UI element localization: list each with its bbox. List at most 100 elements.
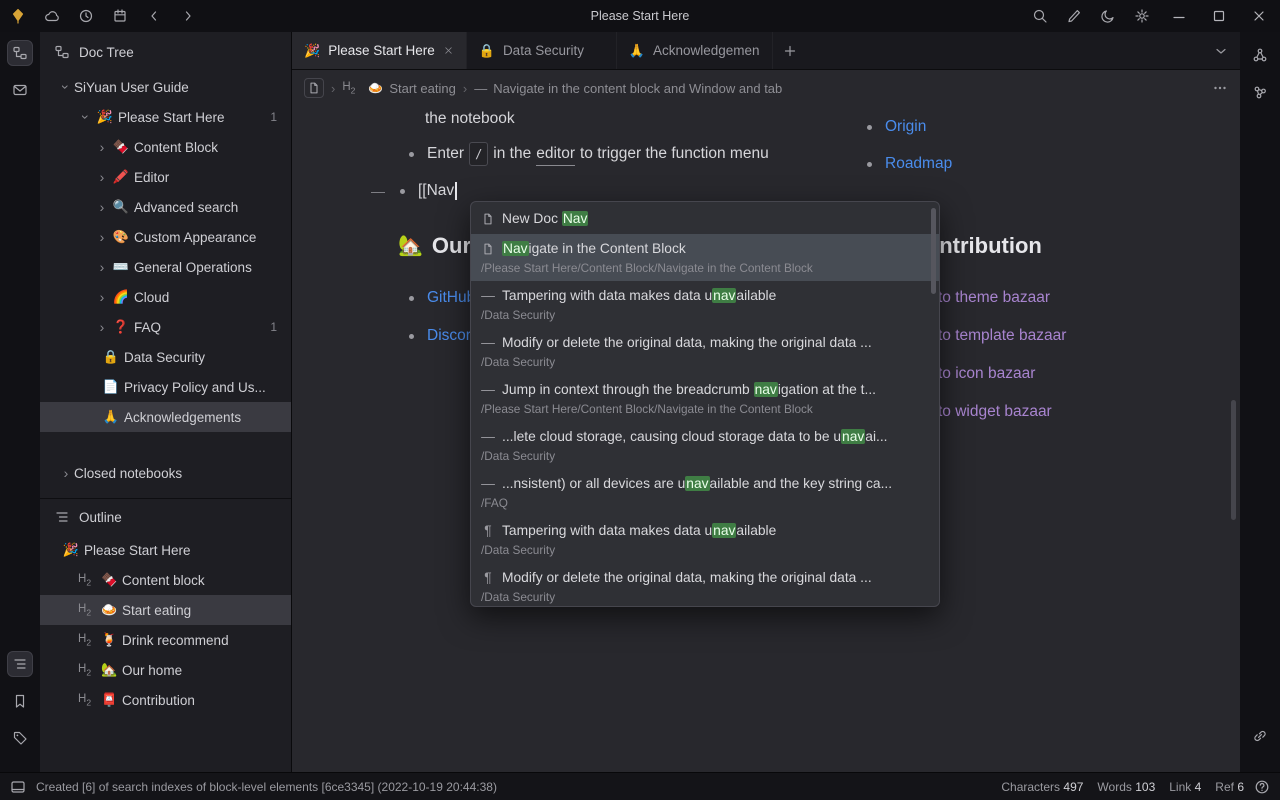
search-result-row[interactable]: New Doc Nav [471,204,939,234]
item-label: General Operations [134,260,291,275]
toggle-chevron-icon[interactable]: › [79,109,93,125]
result-title: New Doc Nav [502,209,588,229]
doc-tree-item[interactable]: ›⌨️General Operations [40,252,291,282]
search-result-row[interactable]: —...nsistent) or all devices are unavail… [471,469,939,516]
siyuan-logo[interactable] [4,4,32,28]
doc-tree-item[interactable]: ›🍫Content Block [40,132,291,162]
breadcrumb-block-label: Navigate in the content block and Window… [493,81,782,96]
block-ref-search-popup: New Doc Nav Navigate in the Content Block… [470,201,940,607]
theme-moon-icon[interactable] [1094,4,1122,28]
settings-gear-icon[interactable] [1128,4,1156,28]
outline-item[interactable]: H2🏡Our home [40,655,291,685]
popup-scrollbar[interactable] [931,208,936,294]
graph-dock-icon[interactable] [1247,42,1273,68]
search-result-row[interactable]: —Modify or delete the original data, mak… [471,328,939,375]
daily-note-icon[interactable] [106,4,134,28]
tab-acknowledgemen[interactable]: 🙏Acknowledgemen [617,32,773,69]
search-result-row[interactable]: —Jump in context through the breadcrumb … [471,375,939,422]
stat-words: Words 103 [1097,780,1155,794]
outline-panel: Outline 🎉Please Start HereH2🍫Content blo… [40,498,291,772]
global-graph-dock-icon[interactable] [1247,79,1273,105]
item-label: Privacy Policy and Us... [124,380,291,395]
outline-item[interactable]: H2🍛Start eating [40,595,291,625]
edit-pencil-icon[interactable] [1060,4,1088,28]
h2-badge: H2 [78,603,91,617]
dock-toggle-icon[interactable] [10,779,26,795]
doc-tree-item[interactable]: ›🎨Custom Appearance [40,222,291,252]
toggle-chevron-icon[interactable]: › [94,260,110,274]
doc-tree-item[interactable]: ›❓FAQ1 [40,312,291,342]
search-result-row[interactable]: —Tampering with data makes data unavaila… [471,281,939,328]
doc-stats: Characters 497Words 103Link 4Ref 6 [1001,780,1244,794]
cloud-sync-icon[interactable] [38,4,66,28]
toggle-chevron-icon[interactable]: › [94,230,110,244]
closed-notebooks-item[interactable]: › Closed notebooks [40,458,291,488]
block-ref-typing: [[Nav [418,180,454,202]
minimize-button[interactable] [1162,2,1196,30]
status-message: Created [6] of search indexes of block-l… [36,780,497,794]
toggle-chevron-icon[interactable]: › [94,320,110,334]
breadcrumb-block[interactable]: — Navigate in the content block and Wind… [474,81,782,96]
doc-tree-item[interactable]: ›🖍️Editor [40,162,291,192]
list-gutter-icon[interactable]: — [371,180,385,202]
list-item: Enter / in the editor to trigger the fun… [409,142,769,166]
list-block-icon: — [481,333,495,353]
tab-please-start-here[interactable]: 🎉Please Start Here [292,32,467,69]
roadmap-link[interactable]: Roadmap [885,153,952,175]
toggle-chevron-icon[interactable]: › [59,79,73,95]
new-tab-plus-icon[interactable] [773,32,807,69]
editor-ref-link[interactable]: editor [536,143,575,166]
editor-scrollbar[interactable] [1231,400,1236,520]
toggle-chevron-icon[interactable]: › [94,290,110,304]
outline-item[interactable]: H2🍹Drink recommend [40,625,291,655]
search-icon[interactable] [1026,4,1054,28]
notebook-item[interactable]: ›SiYuan User Guide [40,72,291,102]
close-button[interactable] [1242,2,1276,30]
inbox-mail-icon[interactable] [7,77,33,103]
doc-block-icon [481,243,495,255]
tab-close-icon[interactable] [443,45,454,56]
outline-item[interactable]: H2🍫Content block [40,565,291,595]
outline-dock-icon[interactable] [7,651,33,677]
more-options-icon[interactable] [1212,80,1228,96]
go-forward-icon[interactable] [174,4,202,28]
toggle-chevron-icon[interactable]: › [94,140,110,154]
doc-tree-item[interactable]: ›🎉Please Start Here1 [40,102,291,132]
breadcrumb-section[interactable]: H2 🍛 Start eating [342,81,456,96]
tab-data-security[interactable]: 🔒Data Security [467,32,617,69]
search-result-row[interactable]: Navigate in the Content Block/Please Sta… [471,234,939,281]
help-icon[interactable] [1254,779,1270,795]
doc-tree-item[interactable]: 🙏Acknowledgements [40,402,291,432]
bullet-dot [409,296,414,301]
toggle-chevron-icon[interactable]: › [58,466,74,480]
tag-dock-icon[interactable] [7,725,33,751]
toggle-chevron-icon[interactable]: › [94,200,110,214]
backlinks-dock-icon[interactable] [1247,723,1273,749]
doc-emoji-icon: 🎨 [110,229,132,245]
result-title: Jump in context through the breadcrumb n… [502,380,876,400]
doc-emoji-icon: ⌨️ [110,259,132,275]
typing-list-item[interactable]: — [[Nav [371,180,457,202]
go-back-icon[interactable] [140,4,168,28]
outline-item[interactable]: H2📮Contribution [40,685,291,715]
search-result-row[interactable]: —...lete cloud storage, causing cloud st… [471,422,939,469]
doc-tree-item[interactable]: 📄Privacy Policy and Us... [40,372,291,402]
outline-item[interactable]: 🎉Please Start Here [40,535,291,565]
maximize-button[interactable] [1202,2,1236,30]
origin-link[interactable]: Origin [885,116,926,138]
doc-tree-item[interactable]: 🔒Data Security [40,342,291,372]
search-result-row[interactable]: ¶Modify or delete the original data, mak… [471,563,939,607]
tab-overflow-chevron-icon[interactable] [1202,32,1240,69]
github-link[interactable]: GitHub [427,287,475,309]
doc-tree-dock-icon[interactable] [7,40,33,66]
bookmark-dock-icon[interactable] [7,688,33,714]
toggle-chevron-icon[interactable]: › [94,170,110,184]
list-item: Roadmap [867,153,952,175]
doc-tree-item[interactable]: ›🌈Cloud [40,282,291,312]
item-label: Start eating [122,603,291,618]
doc-tree-item[interactable]: ›🔍Advanced search [40,192,291,222]
data-history-icon[interactable] [72,4,100,28]
doc-file-icon[interactable] [304,78,324,98]
tab-emoji-icon: 🎉 [304,43,320,59]
search-result-row[interactable]: ¶Tampering with data makes data unavaila… [471,516,939,563]
